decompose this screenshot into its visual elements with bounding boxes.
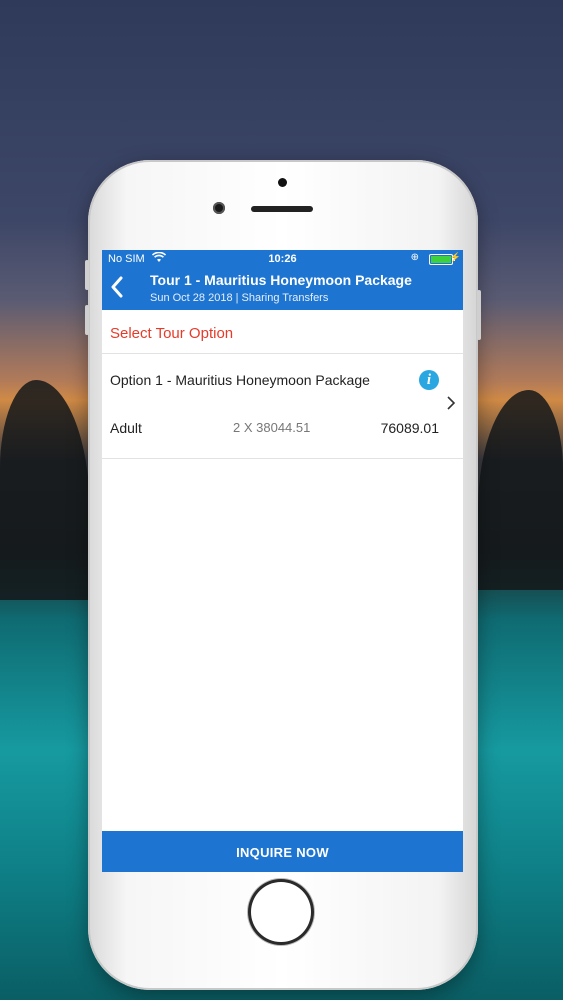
palm-silhouette-left [0, 380, 90, 600]
volume-button [85, 260, 89, 290]
app-header: No SIM 10:26 ⊕ ⚡ Tour 1 - Mauritius Hone… [102, 250, 463, 310]
chevron-left-icon [111, 276, 123, 298]
chevron-right-icon [446, 394, 456, 417]
divider [102, 458, 463, 459]
power-button [477, 290, 481, 340]
status-time: 10:26 [268, 253, 297, 265]
volume-button [85, 305, 89, 335]
front-camera [213, 202, 225, 214]
status-bar: No SIM 10:26 ⊕ ⚡ [102, 250, 463, 268]
proximity-sensor [278, 178, 287, 187]
back-button[interactable] [110, 276, 124, 299]
tour-option-row[interactable]: Option 1 - Mauritius Honeymoon Package i… [102, 354, 463, 458]
section-heading: Select Tour Option [110, 325, 234, 342]
option-name: Option 1 - Mauritius Honeymoon Package [110, 372, 370, 388]
pax-type-label: Adult [110, 420, 142, 436]
page-title: Tour 1 - Mauritius Honeymoon Package [150, 272, 412, 288]
palm-silhouette-right [478, 390, 563, 590]
page-subtitle: Sun Oct 28 2018 | Sharing Transfers [150, 292, 329, 304]
app-screen: No SIM 10:26 ⊕ ⚡ Tour 1 - Mauritius Hone… [102, 250, 463, 872]
home-button[interactable] [251, 882, 311, 942]
rotation-lock-icon: ⊕ [410, 252, 419, 263]
price-calculation: 2 X 38044.51 [233, 420, 311, 435]
inquire-now-button[interactable]: INQUIRE NOW [102, 831, 463, 872]
info-icon[interactable]: i [419, 370, 439, 390]
charging-icon: ⚡ [449, 252, 461, 262]
earpiece-speaker [251, 206, 313, 212]
price-total: 76089.01 [380, 420, 439, 436]
